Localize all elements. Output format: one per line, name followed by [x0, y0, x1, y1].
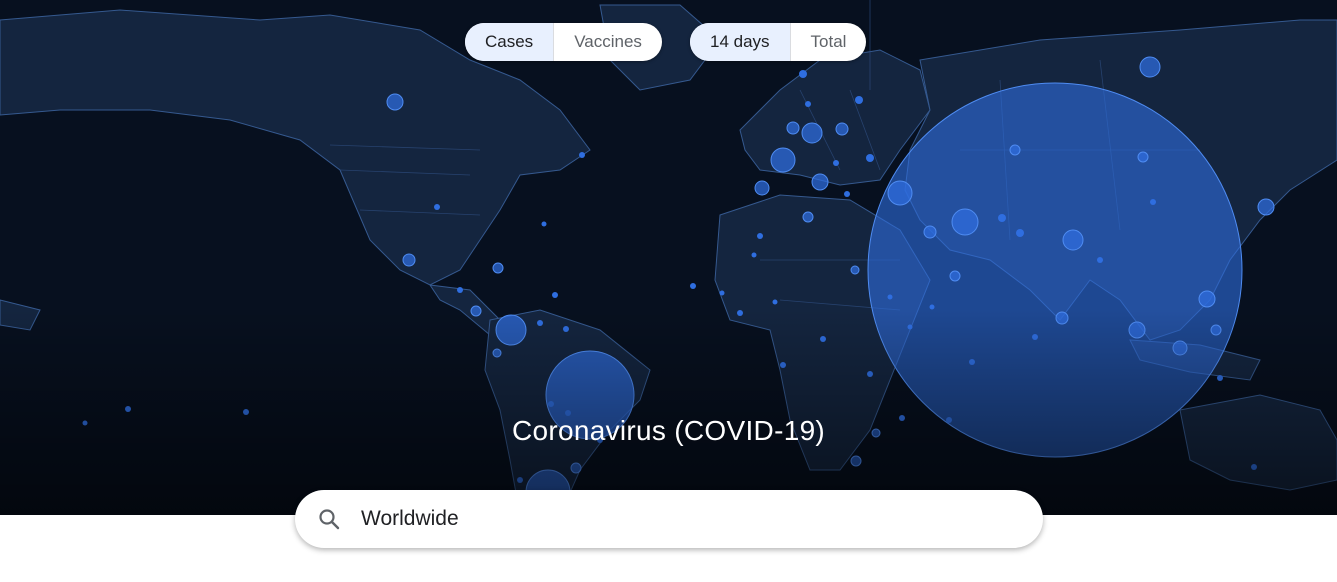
range-toggle: 14 days Total [690, 23, 867, 61]
location-search-bar[interactable] [295, 490, 1043, 548]
metric-toggle: Cases Vaccines [465, 23, 662, 61]
tab-cases[interactable]: Cases [465, 23, 555, 61]
tab-14-days[interactable]: 14 days [690, 23, 791, 61]
search-icon[interactable] [315, 505, 343, 533]
page-title: Coronavirus (COVID-19) [511, 415, 826, 446]
tab-total[interactable]: Total [791, 23, 867, 61]
search-input[interactable] [359, 506, 983, 532]
tab-vaccines[interactable]: Vaccines [554, 23, 662, 61]
